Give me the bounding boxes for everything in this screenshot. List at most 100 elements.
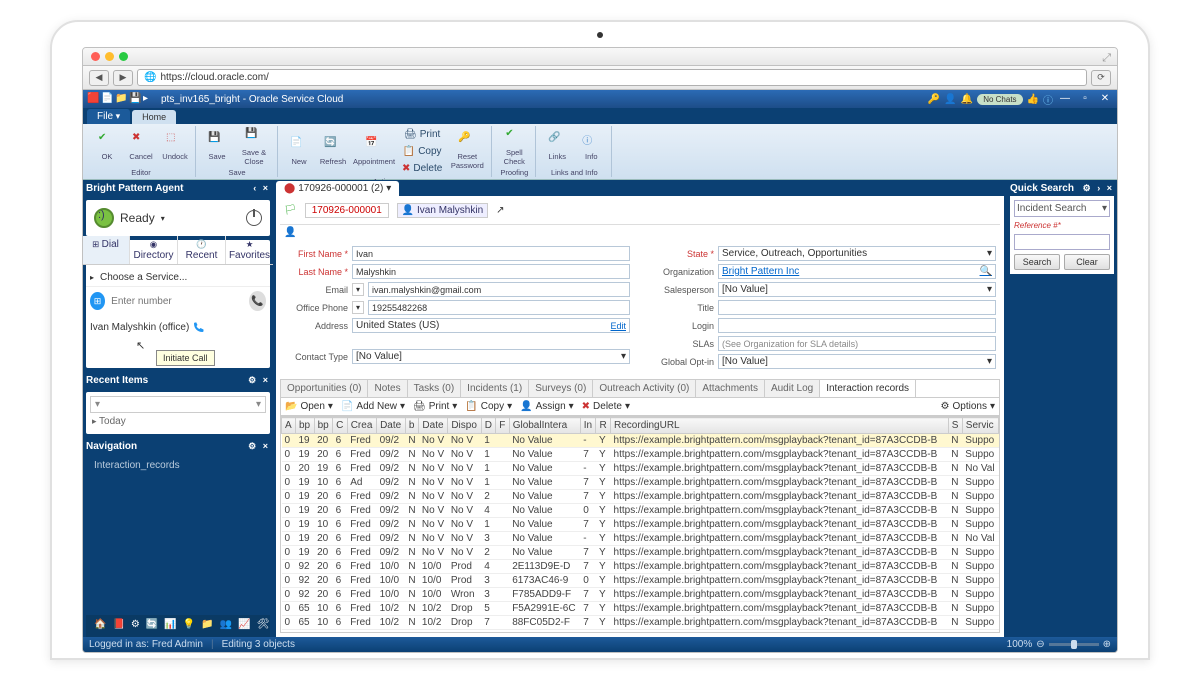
column-header[interactable]: Crea xyxy=(347,418,376,434)
print-button[interactable]: 🖨Print xyxy=(399,126,445,142)
column-header[interactable]: R xyxy=(596,418,611,434)
contact-result[interactable]: Ivan Malyshkin (office) xyxy=(86,315,270,339)
cancel-button[interactable]: ✖Cancel xyxy=(125,126,157,167)
minimize-button[interactable]: — xyxy=(1057,93,1073,105)
phone-number-input[interactable] xyxy=(111,296,243,307)
close-button[interactable]: ✕ xyxy=(1097,93,1113,105)
sub-tab[interactable]: Interaction records xyxy=(820,380,916,397)
sub-tab[interactable]: Surveys (0) xyxy=(529,380,593,397)
table-row[interactable]: 092206Fred10/0N10/0Prod36173AC46-90Yhttp… xyxy=(282,574,999,588)
bell-icon[interactable]: 🔔 xyxy=(961,94,973,105)
recent-today[interactable]: Today xyxy=(99,416,126,427)
login-input[interactable] xyxy=(718,318,996,333)
task-icon[interactable]: ⚙ xyxy=(131,619,140,633)
task-icon[interactable]: 📁 xyxy=(201,619,213,633)
chat-badge[interactable]: No Chats xyxy=(977,94,1022,105)
table-row[interactable]: 065106Fred10/2N10/2Drop5F5A2991E-6C7Yhtt… xyxy=(282,602,999,616)
tab-recent[interactable]: 🕐 Recent xyxy=(178,236,226,264)
sub-tab[interactable]: Incidents (1) xyxy=(461,380,529,397)
interaction-records-table[interactable]: AbpbpCCreaDatebDateDispoDFGlobalInteraIn… xyxy=(281,417,999,630)
thumbs-icon[interactable]: 👍 xyxy=(1027,94,1039,105)
search-button[interactable]: Search xyxy=(1014,254,1060,270)
links-button[interactable]: 🔗Links xyxy=(541,126,573,167)
email-type-dropdown[interactable]: ▾ xyxy=(352,283,364,296)
title-input[interactable] xyxy=(718,300,996,315)
task-icon[interactable]: 🏠 xyxy=(94,619,106,633)
incident-tab[interactable]: 170926-000001 xyxy=(305,203,389,218)
user-icon[interactable]: 👤 xyxy=(944,94,956,105)
column-header[interactable]: Servic xyxy=(962,418,998,434)
table-row[interactable]: 092206Fred10/0N10/0Prod42E113D9E-D7Yhttp… xyxy=(282,560,999,574)
column-header[interactable]: b xyxy=(405,418,419,434)
edit-address-link[interactable]: Edit xyxy=(610,321,626,331)
reload-button[interactable]: ⟳ xyxy=(1091,70,1111,86)
column-header[interactable]: Date xyxy=(419,418,448,434)
nav-interaction-records[interactable]: Interaction_records xyxy=(86,458,270,473)
table-row[interactable]: 019106Fred09/2NNo VNo V1No Value7Yhttps:… xyxy=(282,518,999,532)
new-button[interactable]: 📄New xyxy=(283,126,315,176)
tab-directory[interactable]: ◉ Directory xyxy=(130,236,178,264)
email-input[interactable]: ivan.malyshkin@gmail.com xyxy=(368,282,630,297)
refresh-button[interactable]: 🔄Refresh xyxy=(317,126,349,176)
table-row[interactable]: 019206Fred09/2NNo VNo V1No Value-Yhttps:… xyxy=(282,434,999,448)
ok-button[interactable]: ✔OK xyxy=(91,126,123,167)
table-row[interactable]: 019206Fred09/2NNo VNo V4No Value0Yhttps:… xyxy=(282,504,999,518)
copy-list-button[interactable]: 📋Copy ▾ xyxy=(465,401,512,412)
phone-type-dropdown[interactable]: ▾ xyxy=(352,301,364,314)
tab-favorites[interactable]: ★ Favorites xyxy=(226,236,274,264)
tab-home[interactable]: Home xyxy=(132,110,176,124)
task-icon[interactable]: 📈 xyxy=(238,619,250,633)
column-header[interactable]: F xyxy=(496,418,509,434)
office-phone-input[interactable]: 19255482268 xyxy=(368,300,630,315)
first-name-input[interactable]: Ivan xyxy=(352,246,630,261)
person-tab[interactable]: 👤 Ivan Malyshkin xyxy=(397,203,488,218)
recent-filter[interactable]: ▾▾ xyxy=(90,396,266,413)
table-row[interactable]: 092206Fred10/0N10/0Wron3F785ADD9-F7Yhttp… xyxy=(282,588,999,602)
tab-file[interactable]: File ▾ xyxy=(87,109,130,124)
column-header[interactable]: D xyxy=(481,418,496,434)
clear-button[interactable]: Clear xyxy=(1064,254,1110,270)
power-icon[interactable] xyxy=(246,210,262,226)
column-header[interactable]: C xyxy=(333,418,348,434)
keypad-icon[interactable]: ⊞ xyxy=(90,292,105,310)
sub-tab[interactable]: Outreach Activity (0) xyxy=(593,380,696,397)
column-header[interactable]: Date xyxy=(377,418,406,434)
status-ready-icon[interactable] xyxy=(94,208,114,228)
address-input[interactable]: United States (US)Edit xyxy=(352,318,630,333)
state-select[interactable]: Service, Outreach, Opportunities▾ xyxy=(718,246,996,261)
add-new-button[interactable]: 📄Add New ▾ xyxy=(341,401,405,412)
column-header[interactable]: GlobalIntera xyxy=(509,418,580,434)
sub-tab[interactable]: Notes xyxy=(368,380,407,397)
zoom-slider[interactable] xyxy=(1049,643,1099,646)
column-header[interactable]: S xyxy=(948,418,962,434)
forward-button[interactable]: ▶ xyxy=(113,70,133,86)
table-row[interactable]: 019106Ad09/2NNo VNo V1No Value7Yhttps://… xyxy=(282,476,999,490)
global-optin-select[interactable]: [No Value]▾ xyxy=(718,354,996,369)
copy-button[interactable]: 📋Copy xyxy=(399,143,445,159)
table-row[interactable]: 019206Fred09/2NNo VNo V3No Value-Yhttps:… xyxy=(282,532,999,546)
organization-input[interactable]: Bright Pattern Inc🔍 xyxy=(718,264,996,279)
reference-input[interactable] xyxy=(1014,234,1110,250)
sub-tab[interactable]: Attachments xyxy=(696,380,765,397)
url-input[interactable]: 🌐 https://cloud.oracle.com/ xyxy=(137,69,1087,86)
undock-button[interactable]: ⬚Undock xyxy=(159,126,191,167)
call-button[interactable]: 📞 xyxy=(249,291,266,311)
assign-button[interactable]: 👤Assign ▾ xyxy=(520,401,574,412)
delete-button[interactable]: ✖Delete xyxy=(399,160,445,176)
key-icon[interactable]: 🔑 xyxy=(928,94,940,105)
minimize-window-icon[interactable] xyxy=(105,52,114,61)
task-icon[interactable]: 📕 xyxy=(112,619,124,633)
table-row[interactable]: 019206Fred09/2NNo VNo V1No Value7Yhttps:… xyxy=(282,448,999,462)
save-button[interactable]: 💾Save xyxy=(201,126,233,167)
slas-input[interactable]: (See Organization for SLA details) xyxy=(718,336,996,351)
zoom-in-icon[interactable]: ⊕ xyxy=(1103,639,1111,650)
table-row[interactable]: 020196Fred09/2NNo VNo V1No Value-Yhttps:… xyxy=(282,462,999,476)
salesperson-select[interactable]: [No Value]▾ xyxy=(718,282,996,297)
link-out-icon[interactable]: ↗ xyxy=(496,205,504,216)
column-header[interactable]: bp xyxy=(296,418,315,434)
save-close-button[interactable]: 💾Save & Close xyxy=(235,126,273,167)
column-header[interactable]: RecordingURL xyxy=(611,418,949,434)
document-tab[interactable]: ⬤170926-000001 (2)▾ xyxy=(276,181,399,196)
search-type-select[interactable]: Incident Search▾ xyxy=(1014,200,1110,217)
delete-list-button[interactable]: ✖Delete ▾ xyxy=(582,401,630,412)
